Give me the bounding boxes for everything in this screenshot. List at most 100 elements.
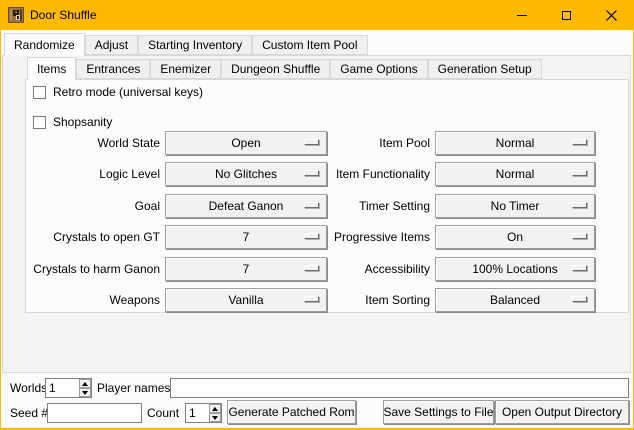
save-settings-button[interactable]: Save Settings to File <box>383 400 494 424</box>
logic-level-label: Logic Level <box>0 167 160 181</box>
crystals-harm-ganon-label: Crystals to harm Ganon <box>0 262 160 276</box>
count-spin-down-button[interactable] <box>209 413 221 422</box>
dropdown-value: Open <box>231 136 260 150</box>
maximize-icon <box>562 11 571 20</box>
tab-enemizer[interactable]: Enemizer <box>150 59 221 79</box>
item-sorting-row: Item Sorting Balanced <box>330 288 595 312</box>
seed-input[interactable] <box>47 403 142 423</box>
timer-setting-dropdown[interactable]: No Timer <box>435 194 595 218</box>
worlds-spin-up-button[interactable] <box>79 379 91 388</box>
shopsanity-checkbox[interactable] <box>33 116 46 129</box>
accessibility-dropdown[interactable]: 100% Locations <box>435 257 595 281</box>
weapons-dropdown[interactable]: Vanilla <box>165 288 327 312</box>
progressive-items-row: Progressive Items On <box>330 225 595 249</box>
retro-mode-label: Retro mode (universal keys) <box>53 85 203 99</box>
tab-custom-item-pool[interactable]: Custom Item Pool <box>252 35 367 55</box>
goal-label: Goal <box>0 199 160 213</box>
logic-level-dropdown[interactable]: No Glitches <box>165 162 327 186</box>
open-output-directory-button[interactable]: Open Output Directory <box>495 400 629 424</box>
minimize-icon <box>517 15 527 16</box>
tab-entrances[interactable]: Entrances <box>76 59 150 79</box>
count-input[interactable] <box>186 404 209 422</box>
crystals-open-gt-dropdown[interactable]: 7 <box>165 225 327 249</box>
tab-adjust[interactable]: Adjust <box>85 35 138 55</box>
dropdown-indicator-icon <box>572 170 587 176</box>
dropdown-indicator-icon <box>572 202 587 208</box>
dropdown-value: On <box>507 230 523 244</box>
dropdown-indicator-icon <box>572 296 587 302</box>
dropdown-value: Vanilla <box>228 293 263 307</box>
maximize-button[interactable] <box>544 0 589 30</box>
shopsanity-label: Shopsanity <box>53 115 112 129</box>
count-spinbox <box>185 403 222 423</box>
randomize-sub-tab-bar: Items Entrances Enemizer Dungeon Shuffle… <box>27 57 542 79</box>
tab-randomize[interactable]: Randomize <box>4 33 85 56</box>
worlds-spin-down-button[interactable] <box>79 388 91 397</box>
spin-down-icon <box>82 391 88 395</box>
shopsanity-row: Shopsanity <box>33 114 112 130</box>
item-functionality-row: Item Functionality Normal <box>330 162 595 186</box>
door-icon <box>8 7 24 23</box>
main-tab-bar: Randomize Adjust Starting Inventory Cust… <box>4 33 368 55</box>
item-pool-dropdown[interactable]: Normal <box>435 131 595 155</box>
tab-game-options[interactable]: Game Options <box>330 59 427 79</box>
generate-patched-rom-button[interactable]: Generate Patched Rom <box>227 400 356 424</box>
crystals-harm-ganon-dropdown[interactable]: 7 <box>165 257 327 281</box>
dropdown-indicator-icon <box>304 139 319 145</box>
dropdown-value: No Timer <box>491 199 540 213</box>
accessibility-row: Accessibility 100% Locations <box>330 257 595 281</box>
world-state-row: World State Open <box>0 131 327 155</box>
world-state-dropdown[interactable]: Open <box>165 131 327 155</box>
progressive-items-label: Progressive Items <box>330 230 430 244</box>
dropdown-indicator-icon <box>304 265 319 271</box>
crystals-harm-ganon-row: Crystals to harm Ganon 7 <box>0 257 327 281</box>
tab-dungeon-shuffle[interactable]: Dungeon Shuffle <box>221 59 330 79</box>
goal-row: Goal Defeat Ganon <box>0 194 327 218</box>
spin-up-icon <box>212 407 218 411</box>
dropdown-indicator-icon <box>304 202 319 208</box>
tab-items[interactable]: Items <box>27 57 76 80</box>
count-label: Count <box>147 403 179 423</box>
count-spin-up-button[interactable] <box>209 404 221 413</box>
dropdown-value: Balanced <box>490 293 540 307</box>
worlds-spinbox <box>45 378 92 398</box>
crystals-open-gt-label: Crystals to open GT <box>0 230 160 244</box>
tab-generation-setup[interactable]: Generation Setup <box>428 59 542 79</box>
weapons-row: Weapons Vanilla <box>0 288 327 312</box>
timer-setting-label: Timer Setting <box>330 199 430 213</box>
timer-setting-row: Timer Setting No Timer <box>330 194 595 218</box>
dropdown-indicator-icon <box>572 139 587 145</box>
dropdown-indicator-icon <box>572 265 587 271</box>
close-button[interactable] <box>589 0 634 30</box>
item-functionality-label: Item Functionality <box>330 167 430 181</box>
worlds-label: Worlds <box>10 378 47 398</box>
spin-down-icon <box>212 416 218 420</box>
dropdown-indicator-icon <box>572 233 587 239</box>
item-pool-row: Item Pool Normal <box>330 131 595 155</box>
window-titlebar[interactable]: Door Shuffle <box>0 0 634 30</box>
dropdown-indicator-icon <box>304 233 319 239</box>
dropdown-indicator-icon <box>304 296 319 302</box>
dropdown-value: 7 <box>243 262 250 276</box>
goal-dropdown[interactable]: Defeat Ganon <box>165 194 327 218</box>
dropdown-value: 7 <box>243 230 250 244</box>
retro-mode-row: Retro mode (universal keys) <box>33 84 203 100</box>
accessibility-label: Accessibility <box>330 262 430 276</box>
seed-label: Seed # <box>10 403 48 423</box>
player-names-input[interactable] <box>170 378 629 398</box>
progressive-items-dropdown[interactable]: On <box>435 225 595 249</box>
retro-mode-checkbox[interactable] <box>33 86 46 99</box>
tab-starting-inventory[interactable]: Starting Inventory <box>138 35 252 55</box>
dropdown-indicator-icon <box>304 170 319 176</box>
window-title: Door Shuffle <box>30 0 97 30</box>
worlds-input[interactable] <box>46 379 79 397</box>
item-functionality-dropdown[interactable]: Normal <box>435 162 595 186</box>
weapons-label: Weapons <box>0 293 160 307</box>
minimize-button[interactable] <box>499 0 544 30</box>
dropdown-value: 100% Locations <box>472 262 557 276</box>
item-pool-label: Item Pool <box>330 136 430 150</box>
world-state-label: World State <box>0 136 160 150</box>
item-sorting-dropdown[interactable]: Balanced <box>435 288 595 312</box>
player-names-label: Player names <box>97 378 170 398</box>
door-shuffle-window: Door Shuffle Randomize Adjust Starting I… <box>0 0 634 430</box>
